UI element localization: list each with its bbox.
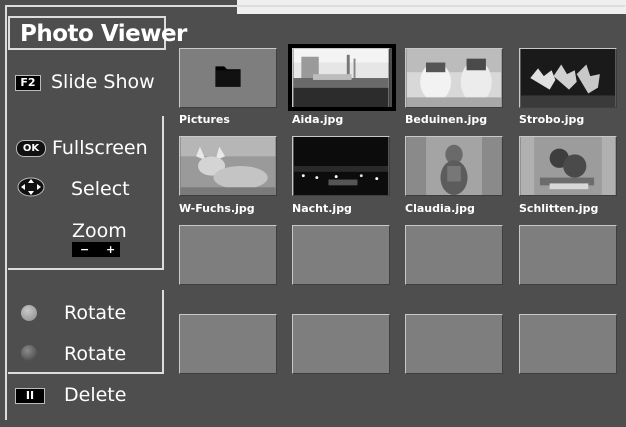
zoom-minus-icon: − bbox=[80, 243, 90, 256]
grid-item-label: W-Fuchs.jpg bbox=[179, 202, 255, 215]
empty-grid-slot[interactable] bbox=[179, 225, 277, 285]
empty-grid-slot[interactable] bbox=[519, 314, 617, 374]
dark-button-icon bbox=[21, 345, 37, 361]
grid-item-label: Schlitten.jpg bbox=[519, 202, 599, 215]
claudia-thumbnail bbox=[406, 137, 502, 195]
grid-item-label: Claudia.jpg bbox=[405, 202, 475, 215]
grid-item-label: Aida.jpg bbox=[292, 113, 344, 126]
grid-item-strobo[interactable] bbox=[519, 48, 617, 108]
beduinen-thumbnail bbox=[406, 49, 502, 107]
empty-grid-slot[interactable] bbox=[405, 225, 503, 285]
grid-item-pictures[interactable] bbox=[179, 48, 277, 108]
slideshow-label: Slide Show bbox=[51, 71, 155, 93]
empty-grid-slot[interactable] bbox=[292, 314, 390, 374]
f2-key-icon: F2 bbox=[15, 75, 41, 91]
gray-button-icon bbox=[21, 305, 37, 321]
grid-item-label: Pictures bbox=[179, 113, 230, 126]
rotate-right-label: Rotate bbox=[64, 343, 127, 365]
grid-item-w-fuchs[interactable] bbox=[179, 136, 277, 196]
aida-thumbnail bbox=[293, 49, 389, 107]
grid-item-label: Beduinen.jpg bbox=[405, 113, 488, 126]
grid-item-beduinen[interactable] bbox=[405, 48, 503, 108]
fullscreen-label: Fullscreen bbox=[52, 137, 148, 159]
pause-key-icon: II bbox=[15, 388, 45, 404]
top-strip bbox=[237, 0, 626, 14]
w-fuchs-thumbnail bbox=[180, 137, 276, 195]
title-box: Photo Viewer bbox=[8, 16, 187, 50]
zoom-plus-icon: + bbox=[106, 243, 116, 256]
photo-viewer-screen: Photo Viewer F2 Slide Show OK Fullscreen… bbox=[0, 0, 626, 427]
strobo-thumbnail bbox=[520, 49, 616, 107]
grid-item-nacht[interactable] bbox=[292, 136, 390, 196]
dpad-icon bbox=[17, 177, 45, 197]
grid-item-schlitten[interactable] bbox=[519, 136, 617, 196]
empty-grid-slot[interactable] bbox=[179, 314, 277, 374]
grid-item-aida[interactable] bbox=[292, 48, 390, 108]
zoom-label: Zoom bbox=[72, 220, 127, 242]
empty-grid-slot[interactable] bbox=[405, 314, 503, 374]
delete-label: Delete bbox=[64, 384, 127, 406]
ok-key-icon: OK bbox=[16, 140, 46, 157]
empty-grid-slot[interactable] bbox=[519, 225, 617, 285]
page-title: Photo Viewer bbox=[20, 21, 187, 47]
zoom-keys: − + bbox=[72, 242, 120, 257]
rotate-left-label: Rotate bbox=[64, 302, 127, 324]
empty-grid-slot[interactable] bbox=[292, 225, 390, 285]
grid-item-claudia[interactable] bbox=[405, 136, 503, 196]
schlitten-thumbnail bbox=[520, 137, 616, 195]
grid-item-label: Strobo.jpg bbox=[519, 113, 585, 126]
select-label: Select bbox=[71, 178, 130, 200]
nacht-thumbnail bbox=[293, 137, 389, 195]
grid-item-label: Nacht.jpg bbox=[292, 202, 352, 215]
folder-icon bbox=[215, 66, 241, 87]
